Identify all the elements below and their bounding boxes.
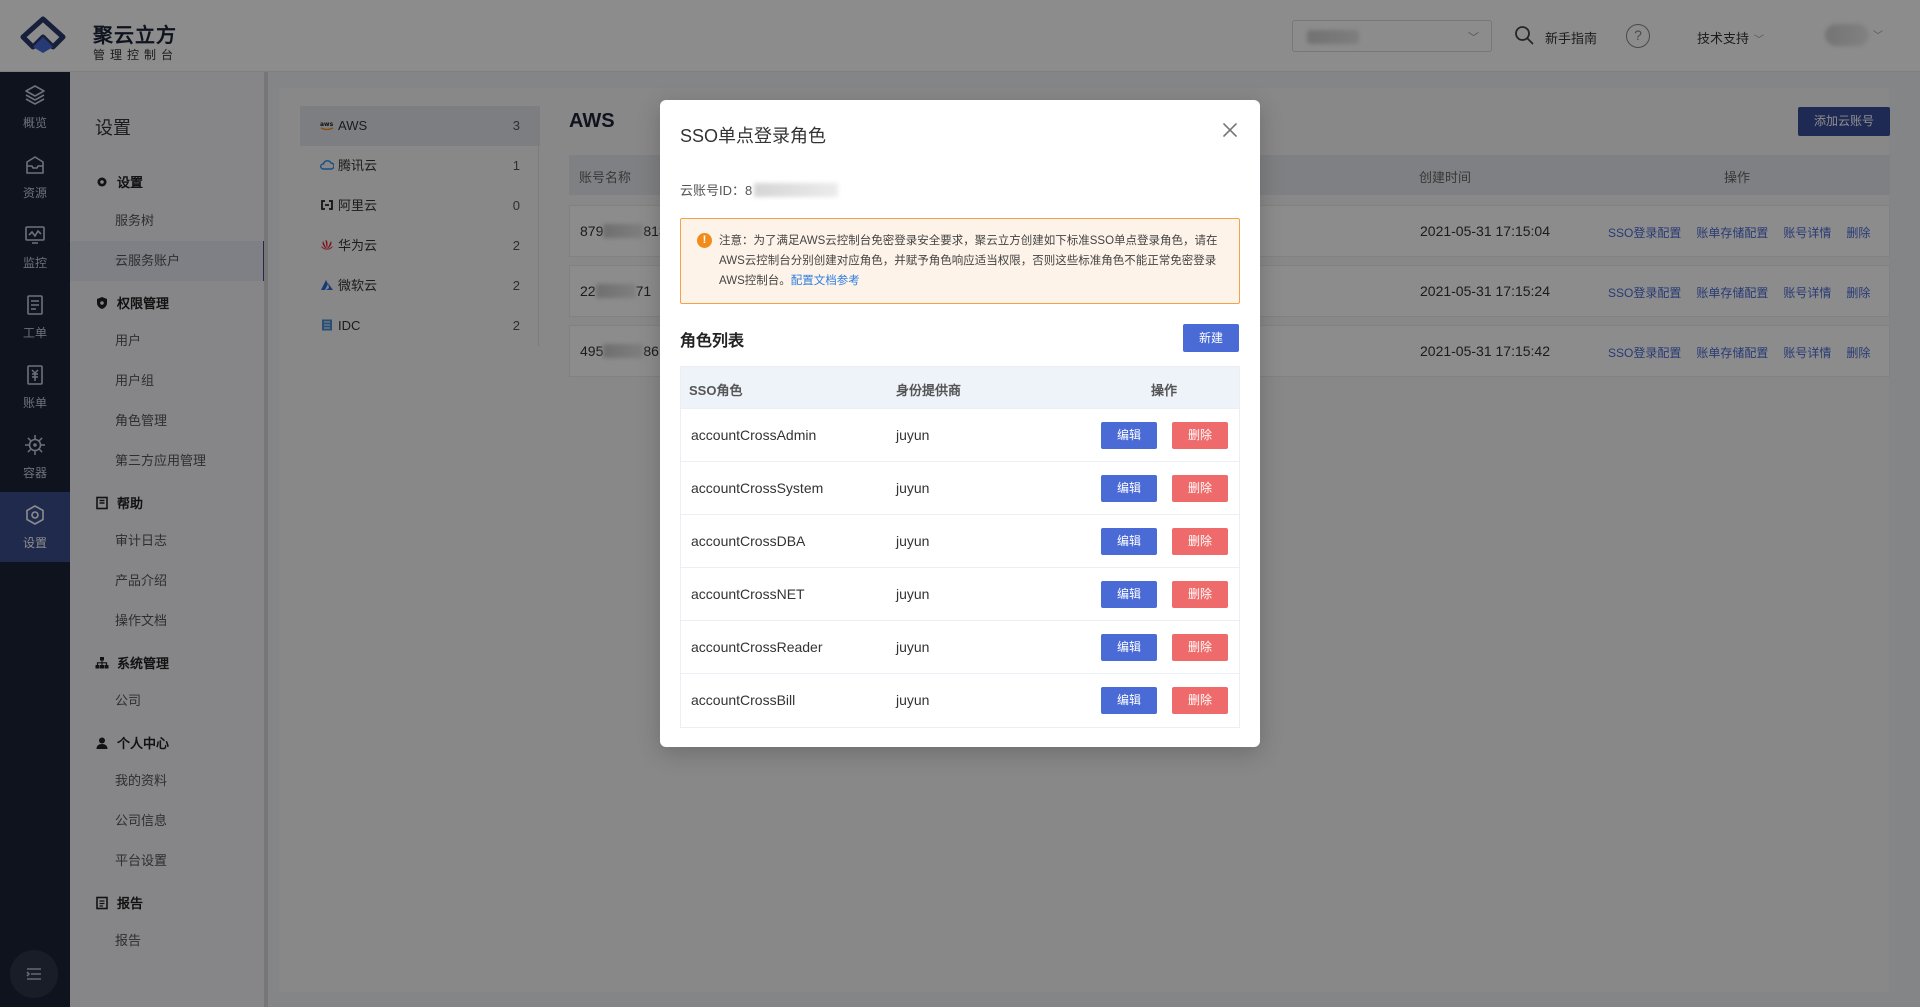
role-list-title: 角色列表: [680, 333, 745, 350]
role-provider: juyun: [896, 427, 930, 443]
column-sso-role: SSO角色: [689, 383, 743, 398]
role-provider: juyun: [896, 639, 930, 655]
warning-icon: !: [697, 233, 712, 248]
table-row: accountCrossSystem juyun 编辑 删除: [681, 462, 1239, 515]
role-provider: juyun: [896, 533, 930, 549]
redacted-text: [754, 183, 839, 197]
role-table: SSO角色 身份提供商 操作 accountCrossAdmin juyun 编…: [680, 366, 1240, 728]
table-row: accountCrossBill juyun 编辑 删除: [681, 674, 1239, 727]
delete-role-button[interactable]: 删除: [1172, 634, 1228, 661]
edit-role-button[interactable]: 编辑: [1101, 422, 1157, 449]
delete-role-button[interactable]: 删除: [1172, 528, 1228, 555]
delete-role-button[interactable]: 删除: [1172, 687, 1228, 714]
table-row: accountCrossAdmin juyun 编辑 删除: [681, 409, 1239, 462]
delete-role-button[interactable]: 删除: [1172, 475, 1228, 502]
edit-role-button[interactable]: 编辑: [1101, 528, 1157, 555]
cloud-id-prefix: 8: [745, 183, 753, 198]
role-name: accountCrossReader: [691, 639, 823, 655]
delete-role-button[interactable]: 删除: [1172, 422, 1228, 449]
sso-roles-dialog: SSO单点登录角色 云账号ID：8 ! 注意：为了满足AWS云控制台免密登录安全…: [660, 100, 1260, 747]
dialog-title: SSO单点登录角色: [680, 126, 827, 146]
edit-role-button[interactable]: 编辑: [1101, 687, 1157, 714]
edit-role-button[interactable]: 编辑: [1101, 475, 1157, 502]
table-row: accountCrossDBA juyun 编辑 删除: [681, 515, 1239, 568]
role-name: accountCrossDBA: [691, 533, 806, 549]
role-provider: juyun: [896, 692, 930, 708]
cloud-id-label: 云账号ID：: [680, 183, 746, 198]
table-row: accountCrossReader juyun 编辑 删除: [681, 621, 1239, 674]
column-identity-provider: 身份提供商: [896, 383, 962, 398]
column-actions: 操作: [1151, 383, 1178, 398]
delete-role-button[interactable]: 删除: [1172, 581, 1228, 608]
role-name: accountCrossAdmin: [691, 427, 817, 443]
edit-role-button[interactable]: 编辑: [1101, 581, 1157, 608]
role-name: accountCrossNET: [691, 586, 805, 602]
new-role-button[interactable]: 新建: [1183, 324, 1239, 352]
role-table-header: SSO角色 身份提供商 操作: [681, 367, 1239, 409]
role-name: accountCrossSystem: [691, 480, 824, 496]
edit-role-button[interactable]: 编辑: [1101, 634, 1157, 661]
warning-notice: ! 注意：为了满足AWS云控制台免密登录安全要求，聚云立方创建如下标准SSO单点…: [680, 218, 1240, 304]
table-row: accountCrossNET juyun 编辑 删除: [681, 568, 1239, 621]
cloud-account-id: 云账号ID：8: [680, 180, 839, 199]
role-provider: juyun: [896, 586, 930, 602]
close-icon[interactable]: [1218, 118, 1242, 142]
doc-reference-link[interactable]: 配置文档参考: [791, 275, 860, 287]
role-provider: juyun: [896, 480, 930, 496]
role-name: accountCrossBill: [691, 692, 796, 708]
